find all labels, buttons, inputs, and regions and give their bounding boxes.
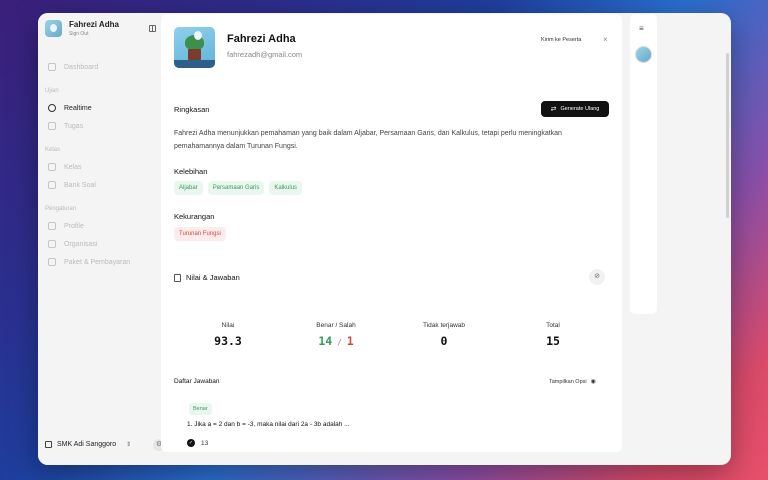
sidebar-item-label: Organisasi (64, 240, 98, 248)
kelebihan-title: Kelebihan (174, 167, 208, 176)
nilai-header: Nilai & Jawaban (174, 273, 240, 282)
sidebar-item-paket[interactable]: Paket & Pembayaran (45, 253, 165, 271)
cube-icon (48, 163, 56, 171)
sidebar-item-dashboard[interactable]: Dashboard (45, 58, 165, 76)
sidebar-item-label: Tugas (64, 122, 84, 130)
book-icon (48, 181, 56, 189)
sidebar-item-tugas[interactable]: Tugas (45, 117, 165, 135)
sidebar-item-realtime[interactable]: Realtime (45, 99, 165, 117)
benar-count: 14 (318, 334, 333, 348)
eye-off-icon[interactable]: ⊘ (589, 269, 605, 285)
question-text: 1. Jika a = 2 dan b = -3, maka nilai dar… (187, 421, 350, 428)
strength-tag: Aljabar (174, 181, 203, 195)
stat-value: 93.3 (214, 334, 242, 348)
sidebar-item-label: Kelas (64, 163, 82, 171)
swap-icon: ⇄ (550, 106, 557, 113)
sparkle-icon (48, 104, 56, 112)
sidebar-item-kelas[interactable]: Kelas (45, 158, 165, 176)
stat-label: Tidak terjawab (422, 322, 466, 329)
student-detail-panel: Fahrezi Adha fahrezadh@gmail.com Kirim k… (161, 14, 622, 452)
nav-section-ujian: Ujian (45, 88, 59, 94)
status-badge: Benar (189, 403, 212, 415)
menu-icon[interactable]: ≡ (639, 24, 644, 33)
strength-tag: Persamaan Garis (207, 181, 265, 195)
sign-out-link[interactable]: Sign Out (69, 31, 119, 37)
show-options-label: Tampilkan Opsi (549, 378, 587, 385)
user-icon (48, 222, 56, 230)
avatar[interactable] (635, 46, 652, 63)
building-icon (48, 240, 56, 248)
stat-value: 15 (546, 334, 560, 348)
profile-photo (174, 27, 215, 68)
sidebar-item-profile[interactable]: Profile (45, 217, 165, 235)
ringkasan-title: Ringkasan (174, 105, 210, 114)
stat-tidak-terjawab: Tidak terjawab 0 (404, 322, 484, 348)
sidebar-item-organisasi[interactable]: Organisasi (45, 235, 165, 253)
stat-total: Total 15 (513, 322, 593, 348)
send-to-participant-button[interactable]: Kirim ke Peserta (541, 37, 581, 43)
student-email: fahrezadh@gmail.com (227, 50, 303, 59)
home-icon (48, 63, 56, 71)
strength-tag: Kalkulus (269, 181, 303, 195)
user-menu[interactable]: Fahrezi Adha Sign Out (45, 20, 119, 37)
org-switcher[interactable]: SMK Adi Sanggoro ⇕ ⚙ (45, 439, 165, 451)
sidebar-nav: Dashboard Ujian Realtime Tugas Kelas Kel… (45, 58, 165, 271)
kekurangan-title: Kekurangan (174, 212, 215, 221)
sidebar-item-label: Realtime (64, 104, 92, 112)
eye-icon: ◉ (590, 379, 596, 385)
scrollbar[interactable] (726, 53, 729, 218)
sidebar-toggle-icon[interactable] (149, 25, 156, 32)
sidebar-item-label: Bank Soal (64, 181, 96, 189)
sidebar-item-bank-soal[interactable]: Bank Soal (45, 176, 165, 194)
show-options-toggle[interactable]: Tampilkan Opsi ◉ (549, 378, 596, 386)
stat-value: 0 (440, 334, 448, 348)
stat-value: 14 / 1 (318, 334, 354, 348)
kelebihan-tags: Aljabar Persamaan Garis Kalkulus (174, 181, 307, 195)
answer-text: 13 (201, 439, 209, 447)
generate-again-button[interactable]: ⇄ Generate Ulang (541, 101, 609, 117)
nav-section-kelas: Kelas (45, 147, 61, 153)
sidebar: Fahrezi Adha Sign Out Dashboard Ujian Re… (38, 13, 168, 465)
right-rail: ≡ (630, 14, 657, 314)
student-name: Fahrezi Adha (227, 33, 296, 45)
close-icon[interactable]: × (603, 35, 608, 44)
sidebar-item-label: Profile (64, 222, 84, 230)
sidebar-item-label: Paket & Pembayaran (64, 258, 131, 266)
chevron-updown-icon: ⇕ (126, 442, 132, 448)
nav-section-pengaturan: Pengaturan (45, 206, 77, 212)
card-icon (48, 258, 56, 266)
weakness-tag: Turunan Fungsi (174, 227, 226, 241)
org-name: SMK Adi Sanggoro (57, 441, 117, 448)
stat-label: Nilai (221, 322, 235, 329)
calendar-icon (48, 122, 56, 130)
nilai-title: Nilai & Jawaban (186, 273, 240, 282)
stat-benar-salah: Benar / Salah 14 / 1 (296, 322, 376, 348)
clipboard-icon (174, 273, 181, 282)
organization-icon (45, 441, 52, 448)
kekurangan-tags: Turunan Fungsi (174, 227, 231, 241)
avatar (45, 20, 62, 37)
stat-label: Benar / Salah (316, 322, 356, 329)
salah-count: 1 (346, 334, 354, 348)
sidebar-item-label: Dashboard (64, 63, 99, 71)
daftar-jawaban-title: Daftar Jawaban (174, 378, 220, 385)
user-name: Fahrezi Adha (69, 20, 119, 29)
check-icon: ✓ (187, 439, 195, 447)
summary-text: Fahrezi Adha menunjukkan pemahaman yang … (174, 130, 562, 150)
stat-label: Total (546, 322, 560, 329)
generate-label: Generate Ulang (560, 106, 600, 112)
stat-nilai: Nilai 93.3 (188, 322, 268, 348)
answer-option: ✓ 13 (187, 439, 208, 447)
